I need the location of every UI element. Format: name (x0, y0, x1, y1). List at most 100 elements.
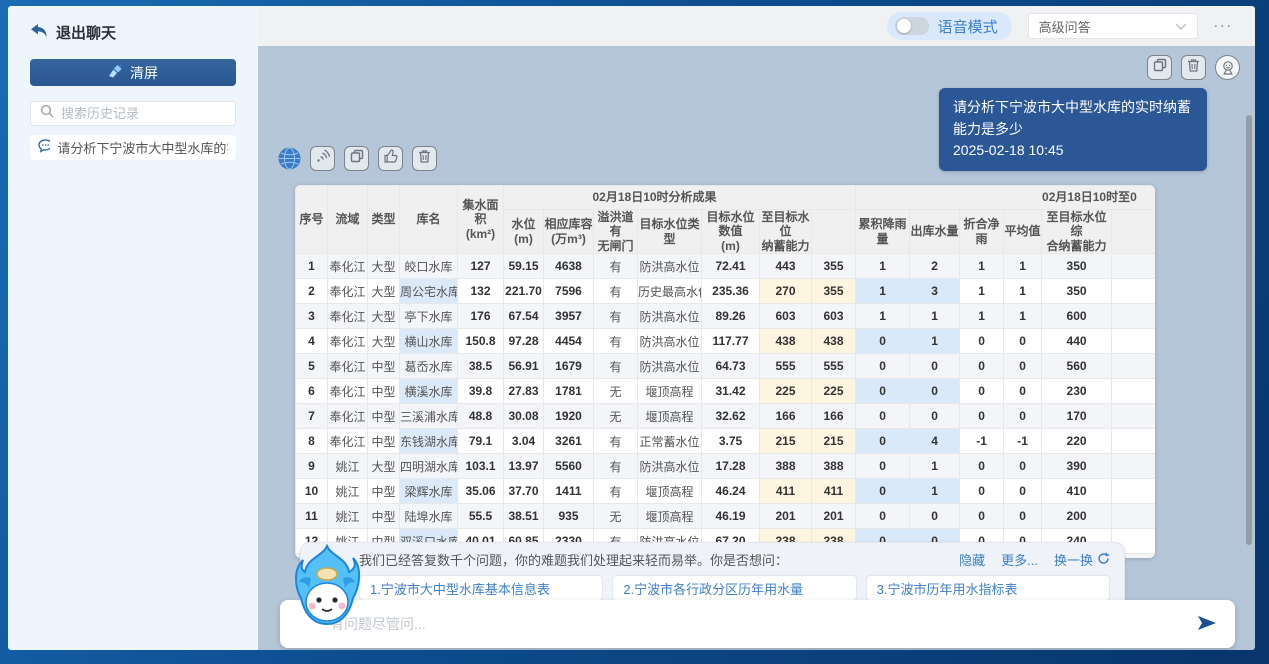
table-cell: 1 (960, 279, 1004, 304)
chat-scrollbar[interactable] (1246, 115, 1252, 545)
table-row: 8奉化江中型东钱湖水库79.13.043261有正常蓄水位3.752152150… (296, 429, 1156, 454)
swap-label: 换一换 (1054, 550, 1093, 569)
table-cell: 0 (910, 354, 960, 379)
empty-cell (1112, 429, 1155, 454)
send-icon (1197, 614, 1217, 635)
table-cell: 390 (1042, 454, 1112, 479)
composer-input[interactable] (330, 616, 1197, 632)
table-cell: 11 (296, 504, 328, 529)
thumbs-up-button[interactable] (378, 146, 403, 171)
table-cell: 堰顶高程 (638, 379, 702, 404)
send-button[interactable] (1197, 614, 1217, 635)
table-cell: 38.51 (504, 504, 544, 529)
table-cell: 姚江 (328, 504, 368, 529)
reservoir-name-cell[interactable]: 葛岙水库 (400, 354, 458, 379)
table-cell: 有 (594, 329, 638, 354)
table-row: 4奉化江大型横山水库150.897.284454有防洪高水位117.774384… (296, 329, 1156, 354)
table-cell: 410 (1042, 479, 1112, 504)
exit-chat-button[interactable]: 退出聊天 (30, 22, 236, 43)
reservoir-name-cell[interactable]: 周公宅水库 (400, 279, 458, 304)
table-cell: 0 (1004, 379, 1042, 404)
suggestion-button[interactable]: 1.宁波市大中型水库基本信息表 (359, 575, 603, 601)
voice-mode-toggle[interactable]: 语音模式 (887, 12, 1012, 40)
table-cell: 10 (296, 479, 328, 504)
suggestion-button[interactable]: 2.宁波市各行政分区历年用水量 (612, 575, 856, 601)
table-cell: 中型 (368, 479, 400, 504)
table-cell: 大型 (368, 304, 400, 329)
clear-screen-button[interactable]: 清屏 (30, 59, 236, 86)
more-dots-icon[interactable]: ... (1214, 14, 1233, 38)
suggestion-buttons: 1.宁波市大中型水库基本信息表 2.宁波市各行政分区历年用水量 3.宁波市历年用水指… (359, 575, 1110, 601)
table-cell: 有 (594, 454, 638, 479)
delete-answer-button[interactable] (412, 146, 437, 171)
suggestion-button[interactable]: 3.宁波市历年用水指标表 (866, 575, 1110, 601)
table-cell: 防洪高水位 (638, 304, 702, 329)
reservoir-name-cell[interactable]: 亭下水库 (400, 304, 458, 329)
table-cell: 1920 (544, 404, 594, 429)
reservoir-name-cell[interactable]: 梁辉水库 (400, 479, 458, 504)
search-icon (40, 104, 54, 123)
table-cell: 225 (812, 379, 856, 404)
table-cell: 奉化江 (328, 329, 368, 354)
reservoir-table-card[interactable]: 序号流域类型库名集水面积 (km²)02月18日10时分析成果02月18日10时… (295, 185, 1155, 558)
reservoir-table-head: 序号流域类型库名集水面积 (km²)02月18日10时分析成果02月18日10时… (296, 186, 1156, 254)
column-header: 库名 (400, 186, 458, 254)
column-header: 类型 (368, 186, 400, 254)
column-header: 水位 (m) (504, 210, 544, 254)
suggestions-intro: 我们已经答复数千个问题，你的难题我们处理起来轻而易举。你是否想问： (359, 550, 943, 569)
table-cell: 79.1 (458, 429, 504, 454)
empty-cell (1112, 304, 1155, 329)
reservoir-name-cell[interactable]: 横山水库 (400, 329, 458, 354)
more-suggestions-link[interactable]: 更多... (1001, 550, 1038, 569)
table-cell: 防洪高水位 (638, 254, 702, 279)
table-cell: 35.06 (458, 479, 504, 504)
table-cell: 355 (812, 254, 856, 279)
mode-select-dropdown[interactable]: 高级问答 (1028, 13, 1198, 39)
table-cell: 55.5 (458, 504, 504, 529)
hide-suggestions-link[interactable]: 隐藏 (959, 550, 985, 569)
reservoir-name-cell[interactable]: 陆埠水库 (400, 504, 458, 529)
table-cell: 72.41 (702, 254, 760, 279)
table-cell: 117.77 (702, 329, 760, 354)
reservoir-name-cell[interactable]: 三溪浦水库 (400, 404, 458, 429)
copy-message-button[interactable] (1147, 55, 1172, 80)
table-cell: 6 (296, 379, 328, 404)
history-item-label: 请分析下宁波市大中型水库的实时... (57, 138, 228, 157)
chat-area: 请分析下宁波市大中型水库的实时纳蓄能力是多少 2025-02-18 10:45 (258, 46, 1255, 650)
copy-answer-button[interactable] (344, 146, 369, 171)
copy-icon (350, 149, 364, 168)
column-header: 相应库容 (万m³) (544, 210, 594, 254)
table-cell: 0 (910, 404, 960, 429)
table-cell: 1 (960, 304, 1004, 329)
table-cell: 大型 (368, 329, 400, 354)
empty-cell (1112, 354, 1155, 379)
user-avatar-icon[interactable] (1215, 55, 1240, 80)
table-cell: 3.75 (702, 429, 760, 454)
table-cell: 56.91 (504, 354, 544, 379)
swap-suggestions-link[interactable]: 换一换 (1054, 550, 1110, 569)
column-header: 累积降雨量 (856, 210, 910, 254)
empty-cell (1112, 504, 1155, 529)
column-header: 流域 (328, 186, 368, 254)
back-arrow-icon (30, 23, 48, 42)
main-area: 语音模式 高级问答 ... (258, 6, 1255, 650)
composer-bar (280, 600, 1235, 648)
table-cell: 215 (812, 429, 856, 454)
table-cell: 0 (856, 354, 910, 379)
reservoir-name-cell[interactable]: 皎口水库 (400, 254, 458, 279)
read-aloud-button[interactable] (310, 146, 335, 171)
reservoir-name-cell[interactable]: 四明湖水库 (400, 454, 458, 479)
column-header: 目标水位类型 (638, 210, 702, 254)
toggle-switch[interactable] (895, 17, 929, 35)
reservoir-name-cell[interactable]: 横溪水库 (400, 379, 458, 404)
table-cell: 无 (594, 504, 638, 529)
search-history-input[interactable] (61, 106, 237, 121)
delete-message-button[interactable] (1181, 55, 1206, 80)
table-cell: 1 (910, 329, 960, 354)
table-cell: 2 (296, 279, 328, 304)
history-item[interactable]: 请分析下宁波市大中型水库的实时... (30, 135, 236, 160)
table-cell: 4454 (544, 329, 594, 354)
table-cell: 603 (812, 304, 856, 329)
reservoir-name-cell[interactable]: 东钱湖水库 (400, 429, 458, 454)
column-header: 出库水量 (910, 210, 960, 254)
